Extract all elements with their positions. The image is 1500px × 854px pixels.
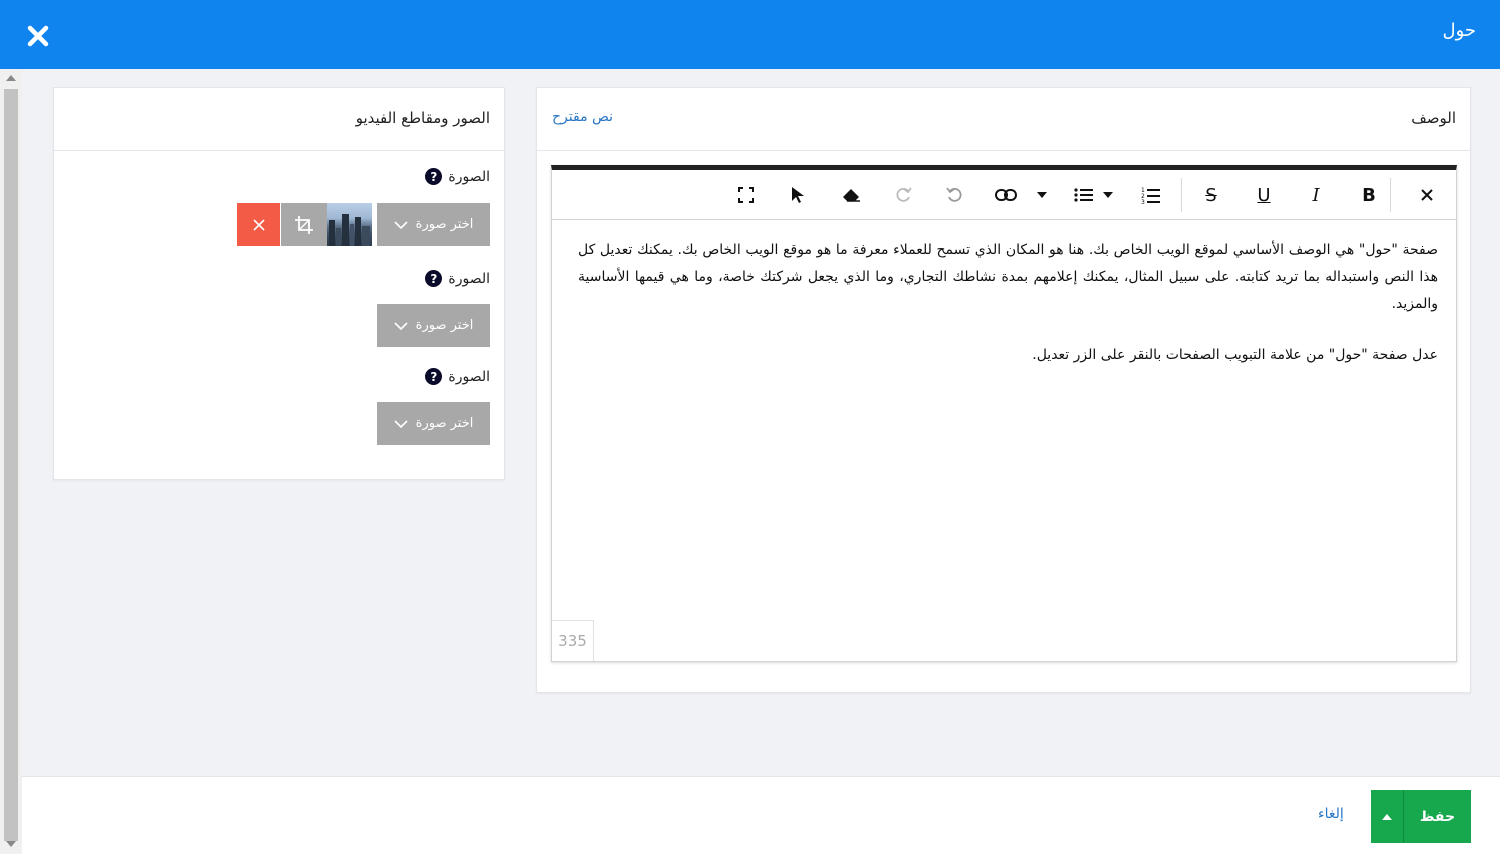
underline-icon[interactable]: U xyxy=(1251,182,1277,208)
scrollbar-thumb[interactable] xyxy=(4,89,18,841)
link-icon[interactable] xyxy=(993,182,1019,208)
close-icon[interactable] xyxy=(1414,182,1440,208)
remove-image-button[interactable] xyxy=(237,203,280,246)
undo-icon[interactable] xyxy=(942,182,968,208)
suggested-text-link[interactable]: نص مقترح xyxy=(552,109,613,125)
media-panel-title: الصور ومقاطع الفيديو xyxy=(355,109,490,127)
chevron-down-icon xyxy=(394,220,408,229)
paragraph: عدل صفحة "حول" من علامة التبويب الصفحات … xyxy=(1032,347,1438,363)
chevron-down-icon xyxy=(394,321,408,330)
scroll-down-icon[interactable] xyxy=(6,841,16,847)
close-icon[interactable] xyxy=(22,20,54,52)
page-scrollbar[interactable] xyxy=(0,69,22,853)
ordered-list-icon[interactable]: 123 xyxy=(1138,182,1164,208)
unordered-list-icon[interactable] xyxy=(1071,182,1097,208)
dialog-footer xyxy=(22,776,1500,854)
crop-icon xyxy=(295,215,313,234)
description-panel-header: الوصف نص مقترح xyxy=(537,88,1470,151)
strikethrough-icon[interactable]: S xyxy=(1198,182,1224,208)
media-panel: الصور ومقاطع الفيديو الصورة ? اختر صورة … xyxy=(53,87,505,480)
italic-icon[interactable]: I xyxy=(1303,182,1329,208)
editor-content[interactable]: صفحة "حول" هي الوصف الأساسي لموقع الويب … xyxy=(578,237,1438,393)
image-slot-label: الصورة ? xyxy=(425,168,490,185)
redo-icon[interactable] xyxy=(890,182,916,208)
dialog-header: حول xyxy=(0,0,1500,69)
description-panel-title: الوصف xyxy=(1411,109,1456,127)
chevron-down-icon xyxy=(394,419,408,428)
dialog-title: حول xyxy=(1442,20,1476,41)
close-icon xyxy=(252,218,265,231)
choose-image-button[interactable]: اختر صورة xyxy=(377,304,490,347)
help-icon[interactable]: ? xyxy=(425,270,443,287)
save-button[interactable]: حفظ xyxy=(1404,790,1471,843)
editor-toolbar: B I U S 123 xyxy=(552,170,1456,220)
paragraph: صفحة "حول" هي الوصف الأساسي لموقع الويب … xyxy=(578,242,1438,312)
rich-text-editor: B I U S 123 صفحة "حول" هي الوصف الأساسي … xyxy=(551,165,1457,662)
save-options-button[interactable] xyxy=(1371,790,1404,843)
cancel-link[interactable]: إلغاء xyxy=(1318,806,1344,822)
choose-image-button[interactable]: اختر صورة xyxy=(377,203,490,246)
image-slot-label: الصورة ? xyxy=(425,270,490,287)
eraser-icon[interactable] xyxy=(838,182,864,208)
chevron-down-icon[interactable] xyxy=(1035,182,1049,208)
bold-icon[interactable]: B xyxy=(1356,182,1382,208)
choose-image-button[interactable]: اختر صورة xyxy=(377,402,490,445)
chevron-down-icon[interactable] xyxy=(1101,182,1115,208)
image-slot-label: الصورة ? xyxy=(425,368,490,385)
fullscreen-icon[interactable] xyxy=(733,182,759,208)
help-icon[interactable]: ? xyxy=(425,168,443,185)
image-thumbnail[interactable] xyxy=(327,203,372,246)
caret-up-icon xyxy=(1382,813,1392,820)
description-panel: الوصف نص مقترح B I U S 123 صفحة "حول" هي… xyxy=(536,87,1471,693)
scroll-up-icon[interactable] xyxy=(6,75,16,81)
character-counter: 335 xyxy=(552,620,594,661)
pointer-icon[interactable] xyxy=(785,182,811,208)
media-panel-header: الصور ومقاطع الفيديو xyxy=(54,88,504,151)
help-icon[interactable]: ? xyxy=(425,368,443,385)
crop-button[interactable] xyxy=(281,203,327,246)
svg-text:3: 3 xyxy=(1141,199,1145,204)
